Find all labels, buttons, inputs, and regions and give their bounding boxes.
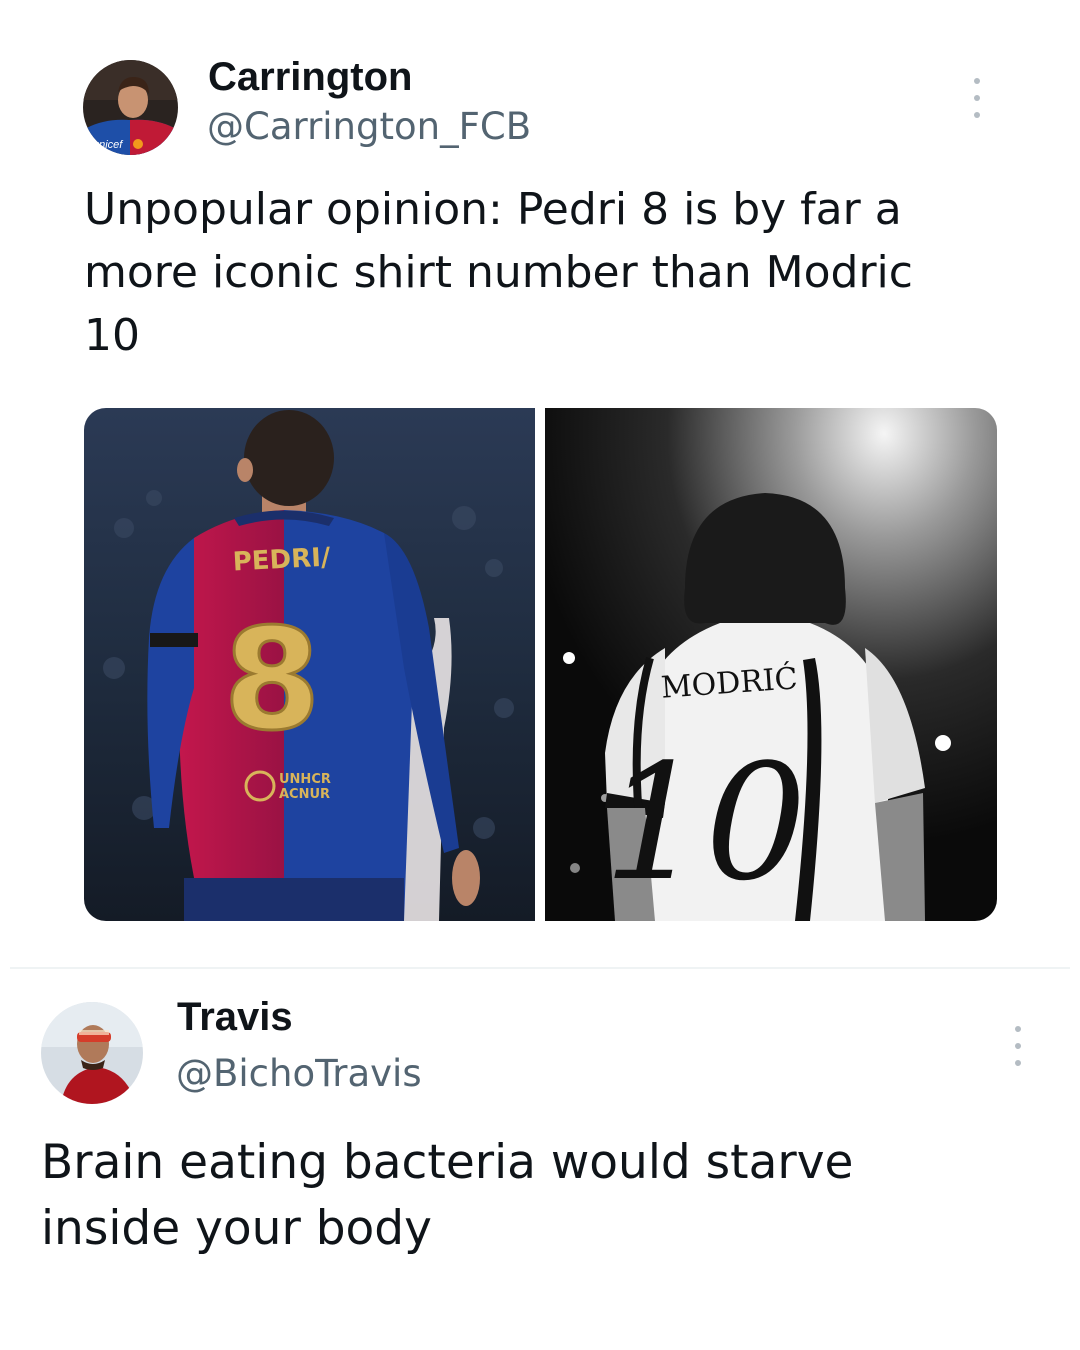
svg-text:UNHCR: UNHCR [279, 772, 331, 787]
author-handle[interactable]: @Carrington_FCB [207, 105, 531, 148]
media-photo-pedri[interactable]: PEDRI/ 8 UNHCR ACNUR [84, 408, 535, 921]
more-vertical-icon[interactable] [971, 78, 983, 118]
tweet-text-line: 10 [84, 310, 140, 361]
divider [10, 967, 1070, 969]
author-name[interactable]: Travis [177, 995, 293, 1040]
author-name[interactable]: Carrington [208, 55, 412, 100]
avatar-carrington[interactable]: unicef [83, 60, 178, 155]
modric-shirt-number: 10 [603, 729, 807, 916]
tweet-text: Unpopular opinion: Pedri 8 is by far a m… [84, 178, 913, 367]
tweet-text-line: inside your body [41, 1201, 432, 1256]
tweet-text-line: Brain eating bacteria would starve [41, 1135, 854, 1190]
tweet-text: Brain eating bacteria would starve insid… [41, 1130, 853, 1262]
tweet-text-line: more iconic shirt number than Modric [84, 247, 913, 298]
tweet-travis: Travis @BichoTravis Brain eating bacteri… [0, 970, 1080, 1350]
svg-text:ACNUR: ACNUR [279, 787, 330, 802]
pedri-shirt-number: 8 [223, 599, 320, 762]
svg-text:unicef: unicef [93, 139, 123, 151]
tweet-carrington: unicef Carrington @Carrington_FCB Unpopu… [0, 0, 1080, 960]
more-vertical-icon[interactable] [1012, 1026, 1024, 1066]
author-handle[interactable]: @BichoTravis [176, 1052, 422, 1095]
avatar-travis[interactable] [41, 1002, 143, 1104]
tweet-text-line: Unpopular opinion: Pedri 8 is by far a [84, 184, 902, 235]
media-photo-modric[interactable]: MODRIĆ 10 [545, 408, 997, 921]
pedri-shirt-name: PEDRI/ [232, 542, 332, 577]
